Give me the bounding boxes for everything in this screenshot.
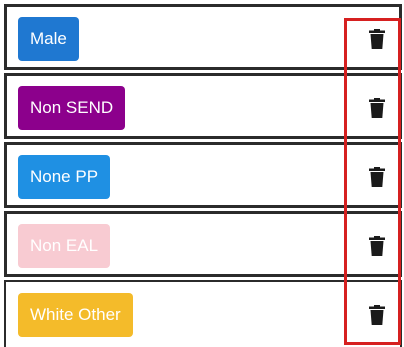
trash-icon[interactable]: [369, 29, 385, 49]
tag-chip-male[interactable]: Male: [18, 17, 79, 61]
trash-icon[interactable]: [369, 98, 385, 118]
tag-row-other: White Other: [4, 280, 402, 347]
tag-chip-pp[interactable]: None PP: [18, 155, 111, 199]
tag-row-male: Male: [4, 4, 402, 70]
tag-chip-eal[interactable]: Non EAL: [18, 224, 111, 268]
tag-row-eal: Non EAL: [4, 211, 402, 277]
tag-list: Male Non SEND None PP Non EAL White Othe…: [0, 0, 404, 347]
tag-row-send: Non SEND: [4, 73, 402, 139]
trash-icon[interactable]: [369, 167, 385, 187]
tag-chip-send[interactable]: Non SEND: [18, 86, 126, 130]
trash-icon[interactable]: [369, 305, 385, 325]
tag-chip-white-other[interactable]: White Other: [18, 293, 133, 337]
tag-row-pp: None PP: [4, 142, 402, 208]
trash-icon[interactable]: [369, 236, 385, 256]
